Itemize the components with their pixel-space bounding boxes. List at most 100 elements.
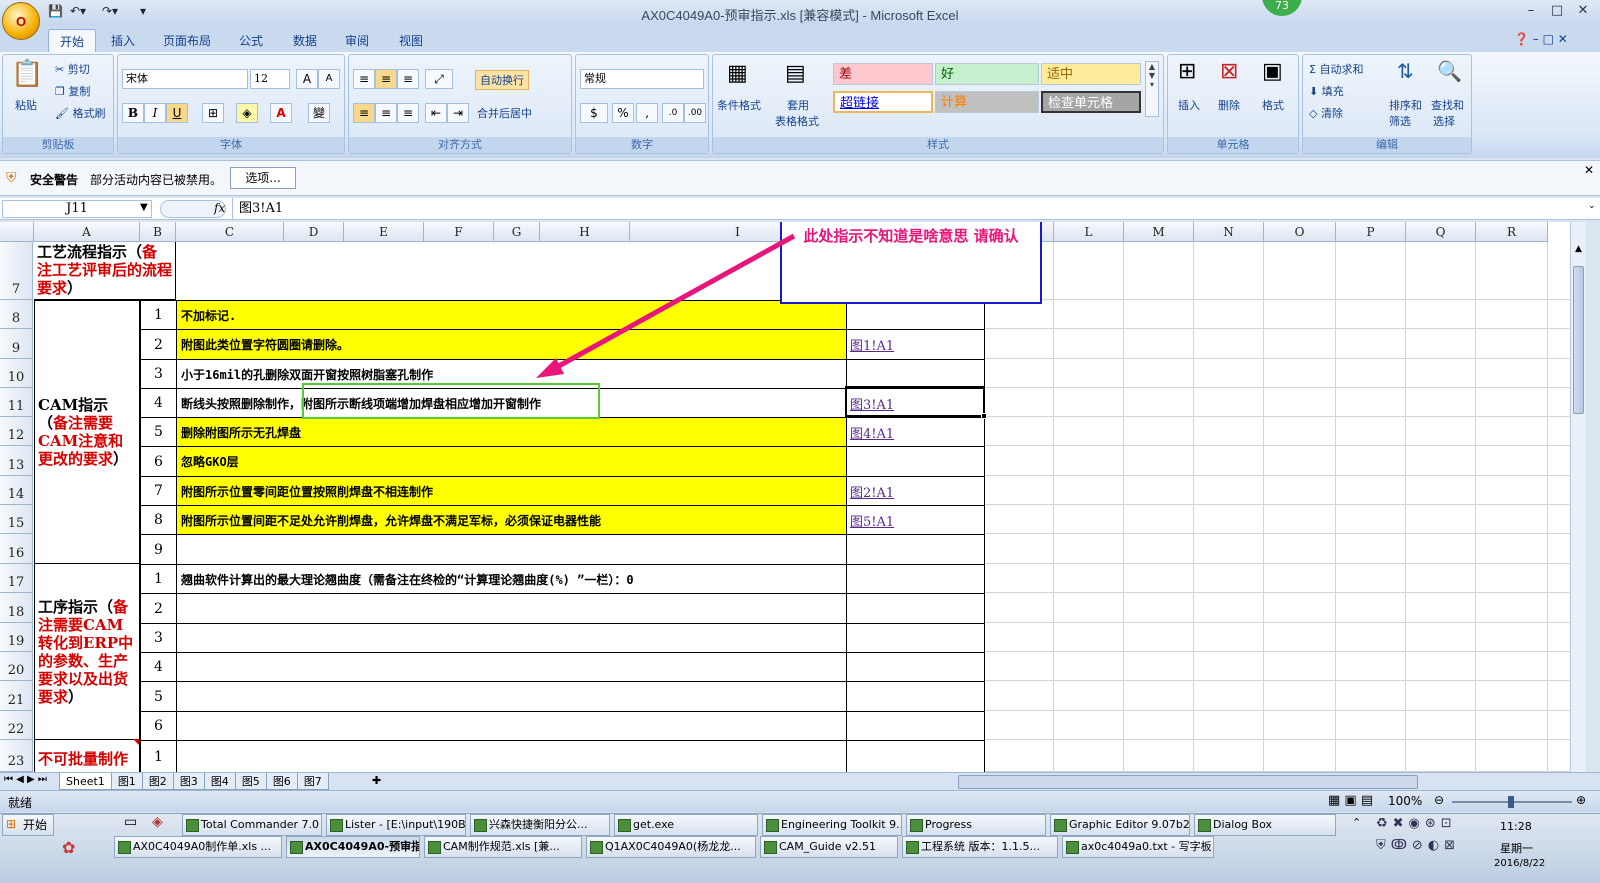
comma-icon[interactable]: , [636, 103, 658, 123]
number-format-combo[interactable]: 常规 [580, 69, 704, 89]
name-box[interactable]: J11 [2, 200, 152, 218]
align-left-icon[interactable]: ≡ [353, 103, 375, 123]
taskbar-item[interactable]: Engineering Toolkit 9.... [762, 814, 902, 836]
sheet-tab-fig6[interactable]: 图6 [265, 773, 298, 790]
phonetic-icon[interactable]: 變 [308, 103, 330, 123]
zoom-thumb[interactable] [1508, 796, 1514, 808]
taskbar-item[interactable]: Q1AX0C4049A0(杨龙龙... [586, 836, 756, 858]
align-bottom-icon[interactable]: ≡ [397, 69, 419, 89]
merge-center-button[interactable]: 合并后居中 [477, 105, 532, 121]
taskbar-item[interactable]: AX0C4049A0-预审指... [286, 836, 420, 858]
taskbar-item[interactable]: 工程系统 版本：1.1.5... [902, 836, 1058, 858]
align-top-icon[interactable]: ≡ [353, 69, 375, 89]
align-right-icon[interactable]: ≡ [397, 103, 419, 123]
tab-view[interactable]: 视图 [388, 29, 434, 52]
align-middle-icon[interactable]: ≡ [375, 69, 397, 89]
tray-flower-icon[interactable]: ✿ [62, 838, 75, 857]
sheet-tab-sheet1[interactable]: Sheet1 [59, 773, 112, 790]
taskbar-item[interactable]: Dialog Box [1194, 814, 1336, 836]
expand-formula-icon[interactable]: ⌄ [1588, 201, 1596, 211]
sheet-tab-fig5[interactable]: 图5 [234, 773, 267, 790]
security-options-button[interactable]: 选项... [230, 167, 296, 189]
sheet-nav-icons[interactable]: ⏮ ◀ ▶ ⏭ [4, 774, 47, 785]
table-format-icon[interactable]: ▤ [785, 61, 806, 86]
taskbar-item[interactable]: get.exe [614, 814, 758, 836]
grow-font-icon[interactable]: A [296, 69, 318, 89]
find-select-button[interactable]: 查找和 [1431, 97, 1464, 113]
scroll-up-icon[interactable]: ▲ [1571, 244, 1586, 262]
conditional-format-icon[interactable]: ▦ [727, 61, 748, 86]
zoom-in-icon[interactable]: ⊕ [1576, 793, 1586, 807]
style-hyperlink[interactable]: 超链接 [833, 91, 933, 113]
taskbar-item[interactable]: 兴森快捷衡阳分公... [470, 814, 610, 836]
format-painter-button[interactable]: 🖌 格式刷 [55, 105, 105, 121]
italic-icon[interactable]: I [144, 103, 166, 123]
sort-filter-icon[interactable]: ⇅ [1397, 59, 1414, 83]
tray-icons[interactable]: ♻✖◉⊛⊡ [1376, 816, 1457, 831]
style-good[interactable]: 好 [935, 63, 1039, 85]
minimize-icon[interactable]: – [1520, 3, 1542, 21]
taskbar-item[interactable]: Progress [906, 814, 1046, 836]
quicklaunch-desktop-icon[interactable]: ▭ [124, 814, 137, 830]
sheet-tab-fig3[interactable]: 图3 [172, 773, 205, 790]
fx-icon[interactable]: fx [214, 201, 225, 215]
conditional-format-button[interactable]: 条件格式 [717, 97, 761, 113]
currency-icon[interactable]: $ [580, 103, 608, 123]
sheet-tab-fig7[interactable]: 图7 [296, 773, 329, 790]
font-name-combo[interactable]: 宋体 [122, 69, 248, 89]
vertical-scroll-thumb[interactable] [1573, 266, 1584, 414]
underline-icon[interactable]: U [166, 103, 188, 123]
delete-cells-icon[interactable]: ⊠ [1220, 59, 1238, 84]
sheet-tab-fig2[interactable]: 图2 [141, 773, 174, 790]
style-neutral[interactable]: 适中 [1041, 63, 1141, 85]
tab-review[interactable]: 审阅 [334, 29, 380, 52]
borders-icon[interactable]: ⊞ [202, 103, 224, 123]
taskbar-item[interactable]: Total Commander 7.0 ... [182, 814, 322, 836]
font-color-icon[interactable]: A [270, 103, 292, 123]
clear-button[interactable]: ◇ 清除 [1309, 105, 1343, 121]
sheet-tab-fig4[interactable]: 图4 [203, 773, 236, 790]
paste-icon[interactable]: 📋 [11, 59, 43, 89]
copy-button[interactable]: ❐ 复制 [55, 83, 90, 99]
wrap-text-button[interactable]: 自动换行 [475, 70, 529, 90]
fill-color-icon[interactable]: ◈ [236, 103, 258, 123]
shrink-font-icon[interactable]: A [318, 69, 340, 89]
insert-cells-button[interactable]: 插入 [1178, 97, 1200, 113]
style-check-cell[interactable]: 检查单元格 [1041, 91, 1141, 113]
decrease-indent-icon[interactable]: ⇤ [425, 103, 447, 123]
fill-button[interactable]: ⬇ 填充 [1309, 83, 1344, 99]
delete-cells-button[interactable]: 删除 [1218, 97, 1240, 113]
close-security-icon[interactable]: ✕ [1584, 163, 1594, 177]
tab-page-layout[interactable]: 页面布局 [152, 29, 222, 52]
tab-formulas[interactable]: 公式 [228, 29, 274, 52]
quicklaunch-app-icon[interactable]: ◈ [152, 814, 163, 830]
tray-icons-2[interactable]: ⛨ↂ⊘◐⊠ [1376, 838, 1460, 853]
insert-sheet-icon[interactable]: ✚ [372, 774, 381, 787]
taskbar-item[interactable]: CAM_Guide v2.51 [760, 836, 898, 858]
horizontal-scroll-thumb[interactable] [958, 775, 1418, 789]
taskbar-item[interactable]: Lister - [E:\input\190B... [326, 814, 466, 836]
vertical-scrollbar[interactable]: ▲ [1570, 222, 1586, 772]
maximize-icon[interactable]: □ [1546, 3, 1568, 21]
cut-button[interactable]: ✂ 剪切 [55, 61, 90, 77]
help-icon[interactable]: ❓ – □ ✕ [1514, 32, 1568, 46]
orientation-icon[interactable]: ⤢ [425, 69, 453, 89]
bold-icon[interactable]: B [122, 103, 144, 123]
style-calculation[interactable]: 计算 [935, 91, 1039, 113]
increase-decimal-icon[interactable]: .0 [662, 103, 684, 123]
format-cells-button[interactable]: 格式 [1262, 97, 1284, 113]
paste-button[interactable]: 粘贴 [15, 97, 37, 113]
taskbar-item[interactable]: Graphic Editor 9.07b2 ... [1050, 814, 1190, 836]
autosum-button[interactable]: Σ 自动求和 [1309, 61, 1363, 77]
sheet-tab-fig1[interactable]: 图1 [110, 773, 143, 790]
name-box-dropdown-icon[interactable]: ▼ [140, 202, 148, 213]
align-center-icon[interactable]: ≡ [375, 103, 397, 123]
clock-time[interactable]: 11:28 [1500, 820, 1532, 833]
fill-handle[interactable] [981, 413, 987, 419]
table-format-button[interactable]: 套用 [787, 97, 809, 113]
percent-icon[interactable]: % [612, 103, 634, 123]
style-bad[interactable]: 差 [833, 63, 933, 85]
save-icon[interactable]: 💾 [48, 4, 63, 22]
increase-indent-icon[interactable]: ⇥ [447, 103, 469, 123]
tab-data[interactable]: 数据 [282, 29, 328, 52]
